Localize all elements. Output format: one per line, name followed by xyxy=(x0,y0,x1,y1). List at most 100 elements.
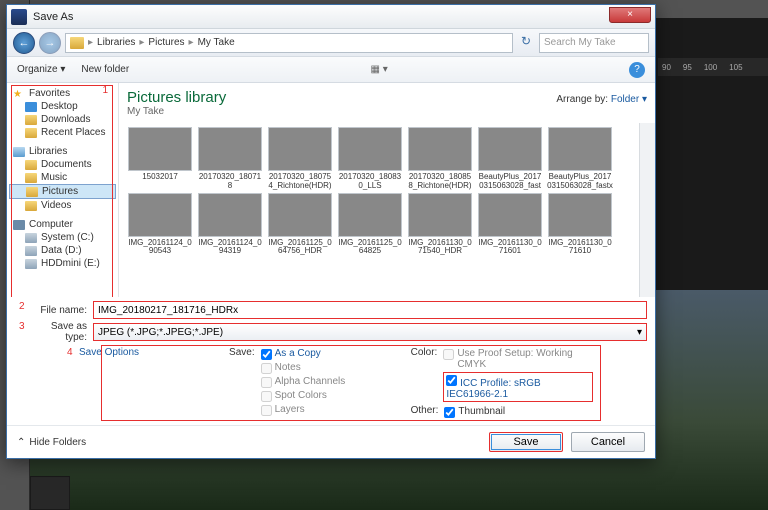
filename-label: File name: xyxy=(35,305,93,316)
save-button[interactable]: Save xyxy=(489,432,563,452)
sidebar-item-videos[interactable]: Videos xyxy=(9,199,116,212)
thumbnail-image xyxy=(128,127,192,171)
thumbnail-image xyxy=(338,193,402,237)
photoshop-panel xyxy=(30,476,70,510)
save-label: Save: xyxy=(229,347,261,419)
close-button[interactable]: × xyxy=(609,7,651,23)
annotation-num-4: 4 xyxy=(67,347,73,358)
help-button[interactable]: ? xyxy=(629,62,645,78)
thumbnail-item[interactable]: IMG_20161125_064756_HDR xyxy=(267,193,333,257)
thumbnail-label: IMG_20161130_071610 xyxy=(547,239,613,257)
button-row: ⌃Hide Folders Save Cancel xyxy=(7,425,655,458)
thumbnail-label: BeautyPlus_20170315063028_fast xyxy=(477,173,543,191)
thumbnail-item[interactable]: IMG_20161130_071601 xyxy=(477,193,543,257)
thumbnail-image xyxy=(198,127,262,171)
refresh-button[interactable]: ↻ xyxy=(517,34,535,52)
type-select[interactable]: JPEG (*.JPG;*.JPEG;*.JPE)▾ xyxy=(93,323,647,341)
dialog-title: Save As xyxy=(33,11,73,23)
opt-thumbnail[interactable]: Thumbnail xyxy=(444,405,505,419)
scrollbar[interactable] xyxy=(639,123,655,297)
thumbnail-label: 20170320_180754_Richtone(HDR) xyxy=(267,173,333,191)
thumbnail-image xyxy=(408,127,472,171)
thumbnail-item[interactable]: IMG_20161130_071610 xyxy=(547,193,613,257)
thumbnail-item[interactable]: IMG_20161130_071540_HDR xyxy=(407,193,473,257)
opt-notes: Notes xyxy=(261,361,391,375)
opt-spot: Spot Colors xyxy=(261,389,391,403)
sidebar-item-pictures[interactable]: Pictures xyxy=(9,184,116,199)
favorites-header[interactable]: ★Favorites xyxy=(9,87,116,100)
hide-folders-button[interactable]: ⌃Hide Folders xyxy=(17,437,86,448)
cancel-button[interactable]: Cancel xyxy=(571,432,645,452)
photoshop-ruler: 9095100105 xyxy=(658,58,768,76)
thumbnail-item[interactable]: 20170320_180754_Richtone(HDR) xyxy=(267,127,333,191)
sidebar: 1 ★Favorites Desktop Downloads Recent Pl… xyxy=(7,83,119,297)
thumbnail-image xyxy=(548,193,612,237)
other-label: Other: xyxy=(411,405,445,419)
thumbnail-label: BeautyPlus_20170315063028_fastx xyxy=(547,173,613,191)
opt-layers: Layers xyxy=(261,403,391,417)
new-folder-button[interactable]: New folder xyxy=(81,64,129,75)
thumbnail-item[interactable]: IMG_20161125_064825 xyxy=(337,193,403,257)
opt-proof: Use Proof Setup: Working CMYK xyxy=(443,347,593,371)
filename-input[interactable] xyxy=(93,301,647,319)
app-icon xyxy=(11,9,27,25)
library-icon xyxy=(70,37,84,49)
type-label: Save as type: xyxy=(35,321,93,343)
computer-header[interactable]: Computer xyxy=(9,218,116,231)
main-pane: Pictures library My Take Arrange by: Fol… xyxy=(119,83,655,297)
library-title: Pictures library xyxy=(127,89,226,106)
sidebar-item-downloads[interactable]: Downloads xyxy=(9,113,116,126)
sidebar-item-drive-e[interactable]: HDDmini (E:) xyxy=(9,257,116,270)
titlebar: Save As × xyxy=(7,5,655,29)
thumbnail-image xyxy=(478,127,542,171)
annotation-num-3: 3 xyxy=(19,321,25,332)
sidebar-item-drive-c[interactable]: System (C:) xyxy=(9,231,116,244)
organize-button[interactable]: Organize ▾ xyxy=(17,64,65,75)
thumbnail-label: IMG_20161124_090543 xyxy=(127,239,193,257)
thumbnail-label: IMG_20161124_094319 xyxy=(197,239,263,257)
nav-row: ← → ▸ Libraries▸ Pictures▸ My Take ↻ Sea… xyxy=(7,29,655,57)
thumbnail-image xyxy=(408,193,472,237)
thumbnail-item[interactable]: 20170320_180830_LLS xyxy=(337,127,403,191)
libraries-header[interactable]: Libraries xyxy=(9,145,116,158)
toolbar: Organize ▾ New folder ▦ ▾ ? xyxy=(7,57,655,83)
forward-button[interactable]: → xyxy=(39,32,61,54)
color-label: Color: xyxy=(411,347,444,403)
thumbnail-label: 20170320_180858_Richtone(HDR) xyxy=(407,173,473,191)
thumbnail-item[interactable]: BeautyPlus_20170315063028_fast xyxy=(477,127,543,191)
thumbnail-item[interactable]: BeautyPlus_20170315063028_fastx xyxy=(547,127,613,191)
library-subtitle: My Take xyxy=(127,106,226,117)
search-input[interactable]: Search My Take xyxy=(539,33,649,53)
breadcrumb[interactable]: ▸ Libraries▸ Pictures▸ My Take xyxy=(65,33,513,53)
back-button[interactable]: ← xyxy=(13,32,35,54)
thumbnail-image xyxy=(198,193,262,237)
opt-as-copy[interactable]: As a Copy xyxy=(261,347,391,361)
thumbnail-label: IMG_20161130_071601 xyxy=(477,239,543,257)
thumbnail-label: 20170320_180830_LLS xyxy=(337,173,403,191)
thumbnail-image xyxy=(338,127,402,171)
thumbnail-item[interactable]: 20170320_180858_Richtone(HDR) xyxy=(407,127,473,191)
thumbnail-image xyxy=(268,127,332,171)
thumbnail-item[interactable]: 20170320_180718 xyxy=(197,127,263,191)
sidebar-item-recent[interactable]: Recent Places xyxy=(9,126,116,139)
save-as-dialog: Save As × ← → ▸ Libraries▸ Pictures▸ My … xyxy=(6,4,656,459)
thumbnail-label: IMG_20161130_071540_HDR xyxy=(407,239,473,257)
annotation-num-2: 2 xyxy=(19,301,25,312)
opt-alpha: Alpha Channels xyxy=(261,375,391,389)
thumbnail-label: 15032017 xyxy=(142,173,178,182)
thumbnail-label: IMG_20161125_064825 xyxy=(337,239,403,257)
sidebar-item-desktop[interactable]: Desktop xyxy=(9,100,116,113)
thumbnail-item[interactable]: IMG_20161124_090543 xyxy=(127,193,193,257)
thumbnail-image xyxy=(268,193,332,237)
sidebar-item-drive-d[interactable]: Data (D:) xyxy=(9,244,116,257)
thumbnail-item[interactable]: 15032017 xyxy=(127,127,193,191)
arrange-by[interactable]: Arrange by: Folder ▾ xyxy=(556,94,647,105)
sidebar-item-music[interactable]: Music xyxy=(9,171,116,184)
thumbnail-item[interactable]: IMG_20161124_094319 xyxy=(197,193,263,257)
thumbnail-image xyxy=(478,193,542,237)
opt-icc[interactable]: ICC Profile: sRGB IEC61966-2.1 xyxy=(443,371,593,403)
save-options-link[interactable]: Save Options xyxy=(79,347,139,419)
sidebar-item-documents[interactable]: Documents xyxy=(9,158,116,171)
thumbnail-image xyxy=(128,193,192,237)
annotation-num-1: 1 xyxy=(102,85,108,96)
